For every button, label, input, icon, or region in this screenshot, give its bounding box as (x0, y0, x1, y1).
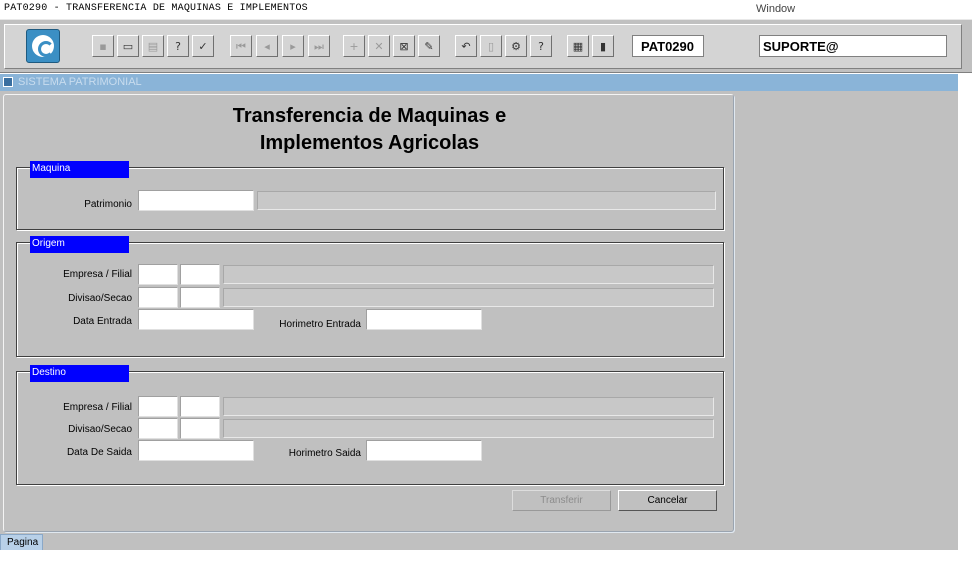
destino-divisao-description (223, 419, 714, 438)
origem-filial-input[interactable] (180, 264, 220, 285)
screen-icon[interactable]: ▭ (117, 35, 139, 57)
destino-secao-input[interactable] (180, 418, 220, 439)
system-window-icon[interactable] (3, 77, 13, 87)
origem-secao-input[interactable] (180, 287, 220, 308)
origem-divisao-label: Divisao/Secao (68, 293, 132, 304)
delete-record-icon-glyph: ✕ (374, 39, 384, 53)
clipboard-icon[interactable]: ▯ (480, 35, 502, 57)
origem-horimetro-label: Horimetro Entrada (279, 319, 361, 330)
save-icon[interactable]: ▪ (92, 35, 114, 57)
print-icon-glyph: ▤ (147, 39, 159, 53)
form-window: Transferencia de Maquinas e Implementos … (3, 94, 734, 532)
origem-divisao-input[interactable] (138, 287, 178, 308)
undo-icon-glyph: ↶ (461, 39, 471, 53)
destino-horimetro-input[interactable] (366, 440, 482, 461)
form-title-line2: Implementos Agricolas (259, 132, 480, 154)
execute-query-icon[interactable]: ✓ (192, 35, 214, 57)
edit-icon-glyph: ✎ (424, 39, 434, 53)
origem-horimetro-input[interactable] (366, 309, 482, 330)
last-record-icon[interactable]: ⏭ (308, 35, 330, 57)
patrimonio-input[interactable] (138, 190, 254, 211)
prev-record-icon-glyph: ◂ (264, 39, 270, 53)
delete-record-icon[interactable]: ✕ (368, 35, 390, 57)
destino-horimetro-label: Horimetro Saida (288, 448, 361, 459)
group-maquina: Maquina Patrimonio (16, 161, 724, 230)
group-destino-title: Destino (30, 365, 129, 382)
prev-record-icon[interactable]: ◂ (256, 35, 278, 57)
origem-divisao-description (223, 288, 714, 307)
origem-empresa-label: Empresa / Filial (63, 269, 132, 280)
window-title: PAT0290 - TRANSFERENCIA DE MAQUINAS E IM… (4, 3, 308, 14)
destino-data-label: Data De Saida (66, 447, 132, 458)
first-record-icon[interactable]: ⏮ (230, 35, 252, 57)
system-bar: SISTEMA PATRIMONIAL (0, 74, 958, 91)
edit-icon[interactable]: ✎ (418, 35, 440, 57)
clipboard-icon-glyph: ▯ (487, 39, 495, 53)
destino-data-input[interactable] (138, 440, 254, 461)
system-label: SISTEMA PATRIMONIAL (18, 76, 142, 88)
origem-data-input[interactable] (138, 309, 254, 330)
clear-record-icon-glyph: ⊠ (399, 39, 409, 53)
query-icon[interactable]: ? (167, 35, 189, 57)
settings-icon-glyph: ⚙ (511, 39, 521, 53)
query-icon-glyph: ? (175, 39, 181, 53)
destino-empresa-input[interactable] (138, 396, 178, 417)
window-menu[interactable]: Window (756, 3, 795, 15)
group-maquina-title: Maquina (30, 161, 129, 178)
patrimonio-label: Patrimonio (84, 199, 132, 210)
help-icon[interactable]: ? (530, 35, 552, 57)
group-destino: Destino Empresa / Filial Divisao/Secao D… (16, 365, 724, 485)
clear-record-icon[interactable]: ⊠ (393, 35, 415, 57)
group-origem: Origem Empresa / Filial Divisao/Secao Da… (16, 236, 724, 357)
news-icon-glyph: ▦ (572, 39, 584, 53)
form-code-box: PAT0290 (632, 35, 704, 57)
exit-icon[interactable]: ▮ (592, 35, 614, 57)
help-icon-glyph: ? (538, 39, 544, 53)
destino-divisao-input[interactable] (138, 418, 178, 439)
destino-empresa-description (223, 397, 714, 416)
form-title: Transferencia de Maquinas e Implementos … (4, 103, 735, 157)
patrimonio-description (257, 191, 716, 210)
title-bar: PAT0290 - TRANSFERENCIA DE MAQUINAS E IM… (0, 0, 972, 19)
status-strip (0, 550, 958, 567)
destino-filial-input[interactable] (180, 396, 220, 417)
origem-data-label: Data Entrada (73, 316, 132, 327)
form-title-line1: Transferencia de Maquinas e (232, 105, 507, 127)
save-icon-glyph: ▪ (99, 39, 107, 53)
next-record-icon-glyph: ▸ (290, 39, 296, 53)
cancelar-button[interactable]: Cancelar (618, 490, 717, 511)
next-record-icon[interactable]: ▸ (282, 35, 304, 57)
toolbar: ▪ ▭ ▤? ✓ ⏮ ◂ ▸ ⏭ + ✕ ⊠ ✎ ↶ ▯ ⚙? ▦ ▮ PAT0290 SUPORTE@ (0, 19, 972, 73)
origem-empresa-input[interactable] (138, 264, 178, 285)
origem-empresa-description (223, 265, 714, 284)
transferir-button[interactable]: Transferir (512, 490, 611, 511)
insert-record-icon-glyph: + (349, 39, 359, 53)
print-icon[interactable]: ▤ (142, 35, 164, 57)
insert-record-icon[interactable]: + (343, 35, 365, 57)
destino-empresa-label: Empresa / Filial (63, 402, 132, 413)
undo-icon[interactable]: ↶ (455, 35, 477, 57)
settings-icon[interactable]: ⚙ (505, 35, 527, 57)
last-record-icon-glyph: ⏭ (314, 39, 324, 53)
destino-divisao-label: Divisao/Secao (68, 424, 132, 435)
screen-icon-glyph: ▭ (122, 39, 134, 53)
group-origem-title: Origem (30, 236, 129, 253)
execute-query-icon-glyph: ✓ (198, 39, 208, 53)
first-record-icon-glyph: ⏮ (236, 39, 246, 53)
exit-icon-glyph: ▮ (599, 39, 607, 53)
user-box: SUPORTE@ (759, 35, 947, 57)
app-logo-icon (26, 29, 60, 63)
news-icon[interactable]: ▦ (567, 35, 589, 57)
tab-pagina[interactable]: Pagina (0, 534, 43, 550)
